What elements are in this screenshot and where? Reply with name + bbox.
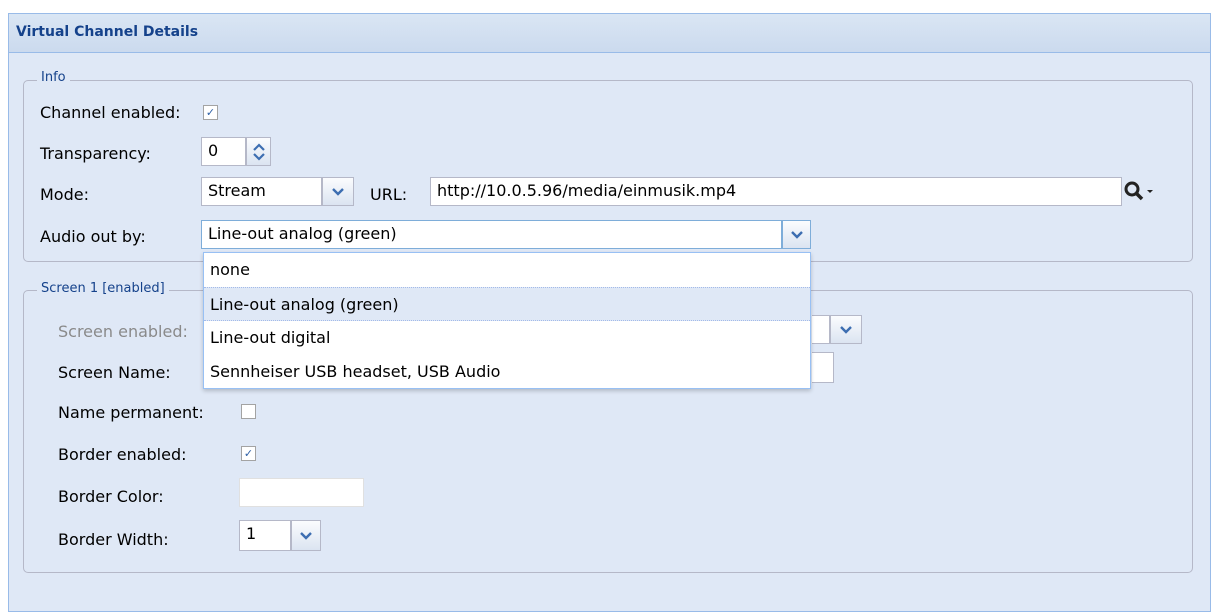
border-width-label: Border Width: — [58, 530, 169, 549]
search-button[interactable] — [1123, 177, 1171, 205]
screen-enabled-trigger[interactable] — [830, 315, 862, 344]
border-width-combo[interactable]: 1 — [239, 520, 291, 551]
audio-out-combo[interactable]: Line-out analog (green) — [201, 220, 782, 249]
chevron-down-icon — [790, 230, 803, 239]
transparency-input[interactable]: 0 — [201, 137, 246, 166]
name-permanent-label: Name permanent: — [58, 403, 204, 422]
screen-enabled-label: Screen enabled: — [58, 322, 188, 341]
checkmark-icon: ✓ — [243, 447, 254, 460]
name-permanent-checkbox[interactable] — [241, 404, 256, 419]
dropdown-option-line-out-digital[interactable]: Line-out digital — [204, 321, 810, 355]
border-color-swatch[interactable] — [239, 478, 364, 507]
info-legend: Info — [37, 70, 70, 85]
spinner-icon — [252, 142, 265, 161]
border-enabled-checkbox[interactable]: ✓ — [241, 446, 256, 461]
screen-name-input[interactable] — [812, 352, 834, 383]
transparency-label: Transparency: — [40, 144, 151, 163]
audio-out-trigger[interactable] — [782, 220, 811, 249]
url-label: URL: — [370, 185, 408, 204]
dropdown-option-sennheiser-usb[interactable]: Sennheiser USB headset, USB Audio — [204, 355, 810, 389]
panel-header: Virtual Channel Details — [9, 14, 1210, 53]
checkmark-icon: ✓ — [205, 106, 216, 119]
mode-label: Mode: — [40, 185, 89, 204]
screen-enabled-combo[interactable] — [812, 315, 830, 344]
border-width-trigger[interactable] — [291, 520, 321, 551]
audio-out-dropdown-list: none Line-out analog (green) Line-out di… — [203, 252, 811, 389]
url-input[interactable]: http://10.0.5.96/media/einmusik.mp4 — [430, 177, 1122, 206]
screen1-legend: Screen 1 [enabled] — [37, 281, 169, 296]
mode-combo-trigger[interactable] — [322, 177, 354, 206]
screen-name-label: Screen Name: — [58, 363, 171, 382]
chevron-down-icon — [300, 531, 312, 540]
chevron-down-icon — [840, 325, 852, 334]
panel-title: Virtual Channel Details — [16, 24, 199, 40]
border-enabled-label: Border enabled: — [58, 445, 187, 464]
mode-combo[interactable]: Stream — [201, 177, 322, 206]
channel-enabled-label: Channel enabled: — [40, 103, 181, 122]
chevron-down-icon — [332, 187, 344, 196]
channel-enabled-checkbox[interactable]: ✓ — [203, 105, 218, 120]
dropdown-option-line-out-analog[interactable]: Line-out analog (green) — [204, 287, 810, 321]
transparency-spinner[interactable] — [246, 137, 271, 166]
dropdown-option-none[interactable]: none — [204, 253, 810, 287]
border-color-label: Border Color: — [58, 487, 164, 506]
search-icon — [1124, 181, 1153, 201]
audio-out-label: Audio out by: — [40, 227, 146, 246]
